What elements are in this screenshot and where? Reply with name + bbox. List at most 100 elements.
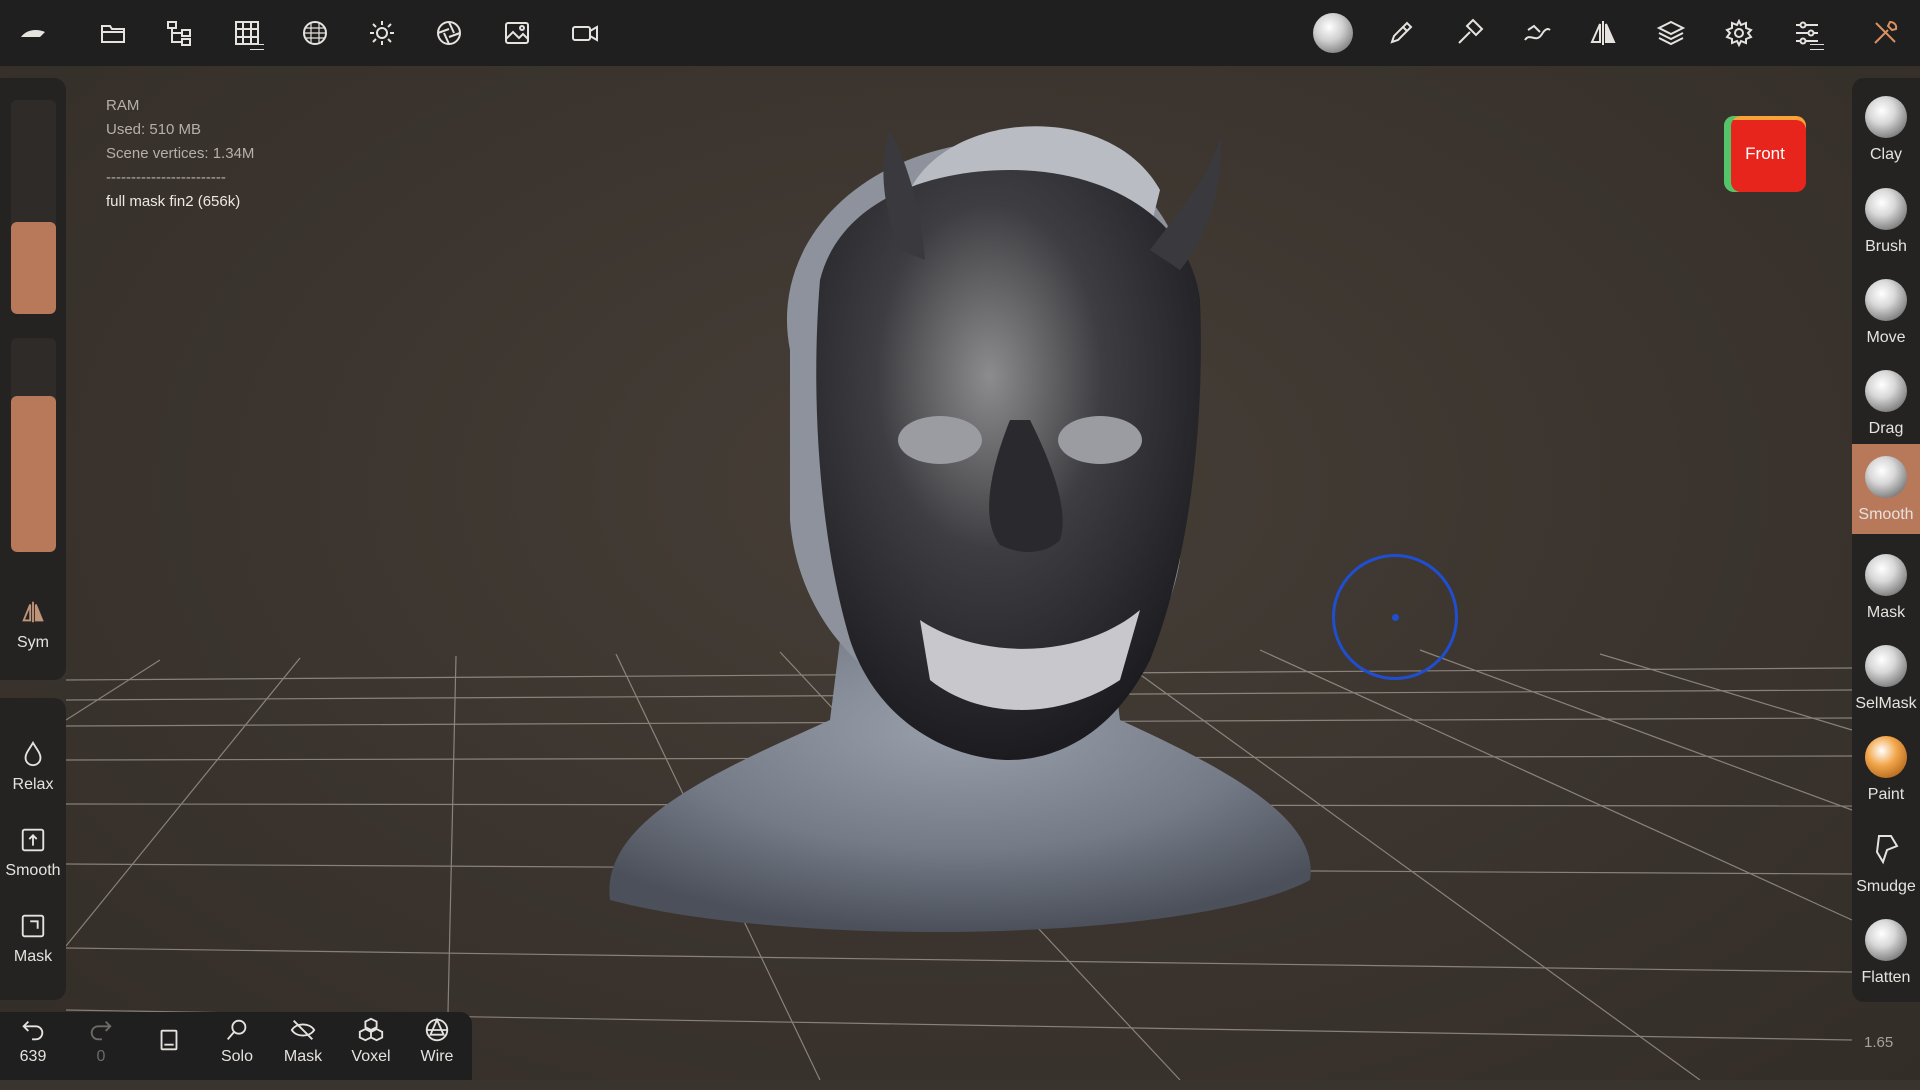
tool-mask[interactable]: Mask (1852, 542, 1920, 632)
symmetry-toggle-button[interactable]: Sym (0, 588, 66, 668)
scene-stats-overlay: RAM Used: 510 MB Scene vertices: 1.34M -… (106, 94, 254, 214)
relax-button[interactable]: Relax (0, 730, 66, 810)
pen-icon[interactable] (1382, 14, 1420, 52)
flatten-icon (1865, 919, 1907, 961)
ram-label: RAM (106, 97, 140, 114)
layers-icon[interactable] (1652, 14, 1690, 52)
sculpt-model[interactable] (0, 0, 1920, 1080)
tool-label: Smudge (1856, 878, 1916, 895)
background-image-icon[interactable] (498, 14, 536, 52)
top-toolbar (0, 0, 1920, 66)
tool-label: Smooth (1858, 506, 1914, 523)
mask-box-icon (21, 914, 45, 938)
left-quick-tools: Relax Smooth Mask (0, 698, 66, 1000)
left-slider-panel: Sym (0, 78, 66, 680)
undo-icon (22, 1020, 44, 1041)
brush-icon (1865, 188, 1907, 230)
paint-icon (1865, 736, 1907, 778)
scene-tree-icon[interactable] (160, 14, 198, 52)
smudge-icon (1875, 835, 1899, 865)
tool-label: Brush (1865, 238, 1907, 255)
mask-icon (1865, 554, 1907, 596)
selmask-icon (1865, 645, 1907, 687)
mask-quick-label: Mask (13, 948, 53, 965)
mask-quick-button[interactable]: Mask (0, 902, 66, 982)
sym-label: Sym (17, 634, 49, 651)
smooth-quick-button[interactable]: Smooth (0, 816, 66, 896)
redo-button[interactable]: 0 (68, 1016, 134, 1080)
tool-clay[interactable]: Clay (1852, 84, 1920, 174)
ram-used: Used: 510 MB (106, 121, 202, 138)
right-tools-panel: Clay Brush Move Drag Smooth Mask SelMask… (1852, 78, 1920, 1002)
wireframe-sphere-icon (425, 1017, 449, 1042)
tool-label: Clay (1869, 146, 1902, 163)
voxel-button[interactable]: Voxel (338, 1016, 404, 1080)
view-cube-label: Front (1745, 144, 1785, 163)
stroke-icon[interactable] (1518, 14, 1556, 52)
topology-grid-icon[interactable] (228, 14, 266, 52)
voxel-label: Voxel (351, 1048, 391, 1065)
intensity-slider-fill (11, 395, 56, 552)
tool-label: Move (1866, 329, 1906, 346)
history-menu-button[interactable] (136, 1016, 202, 1090)
tool-paint[interactable]: Paint (1852, 724, 1920, 814)
symmetry-small-icon (22, 601, 44, 623)
brush-cursor-center (1392, 614, 1399, 621)
active-tool-smooth-icon[interactable] (1312, 12, 1354, 54)
mask-visibility-label: Mask (283, 1048, 323, 1065)
smooth-icon (1865, 456, 1907, 498)
notes-icon (160, 1029, 178, 1051)
solo-button[interactable]: Solo (204, 1016, 270, 1080)
tool-flatten[interactable]: Flatten (1852, 907, 1920, 997)
tool-smudge[interactable]: Smudge (1852, 816, 1920, 906)
symmetry-icon[interactable] (1584, 14, 1622, 52)
tool-label: Drag (1868, 420, 1904, 437)
settings-gear-icon[interactable] (1720, 14, 1758, 52)
intensity-slider[interactable] (11, 338, 56, 552)
tool-smooth[interactable]: Smooth (1852, 444, 1920, 534)
tool-label: Flatten (1861, 969, 1911, 986)
3d-viewport[interactable] (0, 0, 1920, 1080)
move-icon (1865, 279, 1907, 321)
open-folder-icon[interactable] (94, 14, 132, 52)
video-record-icon[interactable] (566, 14, 604, 52)
hammer-icon[interactable] (1450, 14, 1488, 52)
wire-button[interactable]: Wire (404, 1016, 470, 1080)
undo-count: 639 (19, 1048, 47, 1065)
radius-slider[interactable] (11, 100, 56, 314)
clay-icon (1865, 96, 1907, 138)
sliders-menu-icon[interactable] (1788, 14, 1826, 52)
redo-count: 0 (96, 1048, 106, 1065)
wire-label: Wire (420, 1048, 454, 1065)
stats-separator: ------------------------ (106, 169, 226, 186)
mask-visibility-button[interactable]: Mask (270, 1016, 336, 1080)
selected-object-name: full mask fin2 (656k) (106, 193, 241, 210)
light-sun-icon[interactable] (363, 14, 401, 52)
camera-aperture-icon[interactable] (430, 14, 468, 52)
voxel-cubes-icon (358, 1017, 384, 1042)
tool-drag[interactable]: Drag (1852, 358, 1920, 448)
zoom-level: 1.65 (1864, 1034, 1894, 1051)
undo-button[interactable]: 639 (0, 1016, 66, 1080)
drag-icon (1865, 370, 1907, 412)
tool-brush[interactable]: Brush (1852, 176, 1920, 266)
nomad-logo-icon[interactable] (14, 14, 52, 52)
smooth-quick-label: Smooth (5, 862, 61, 879)
material-sphere-icon[interactable] (296, 14, 334, 52)
search-icon (226, 1019, 247, 1040)
bottom-toolbar: 639 0 Solo Mask Voxel Wire (0, 1012, 472, 1080)
brush-cursor (1332, 554, 1458, 680)
view-cube-front[interactable]: Front (1724, 116, 1806, 192)
drop-icon (24, 740, 42, 767)
redo-icon (90, 1020, 112, 1041)
tools-wrench-icon[interactable] (1866, 14, 1904, 52)
radius-slider-fill (11, 221, 56, 314)
solo-label: Solo (220, 1048, 254, 1065)
tool-selmask[interactable]: SelMask (1852, 633, 1920, 723)
tool-label: SelMask (1855, 695, 1917, 712)
relax-label: Relax (12, 776, 54, 793)
scene-vertices: Scene vertices: 1.34M (106, 145, 255, 162)
tool-label: Mask (1866, 604, 1906, 621)
tool-move[interactable]: Move (1852, 267, 1920, 357)
tool-label: Paint (1867, 786, 1905, 803)
